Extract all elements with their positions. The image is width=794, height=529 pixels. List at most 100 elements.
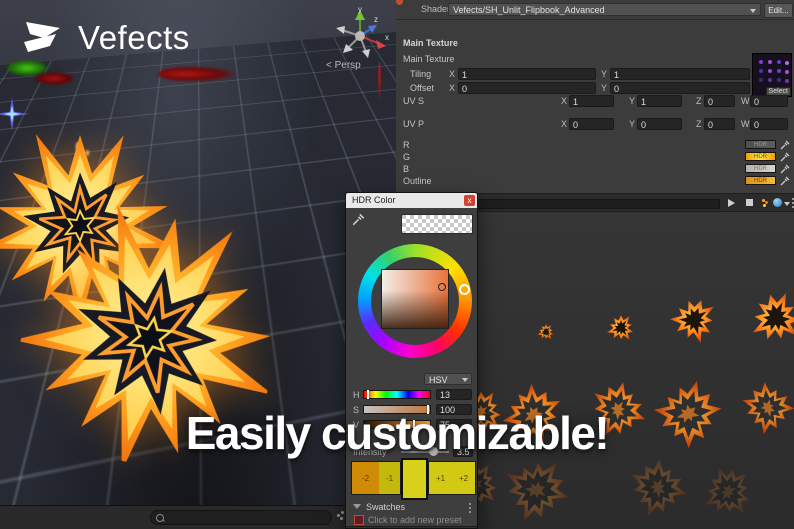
exposure-swatch-+2[interactable]: +2 bbox=[452, 462, 475, 494]
channel-b-label: B bbox=[403, 164, 409, 174]
uv-p-x-label: X bbox=[561, 119, 567, 129]
texture-thumbnail[interactable]: Select bbox=[752, 53, 792, 97]
section-header: Main Texture bbox=[403, 38, 458, 48]
uv-p-z-label: Z bbox=[696, 119, 702, 129]
offset-y-field[interactable]: 0 bbox=[610, 82, 750, 94]
current-color-preview bbox=[401, 214, 473, 234]
foldout-triangle-icon[interactable] bbox=[353, 504, 361, 509]
shader-dropdown[interactable]: Vefects/SH_Unlit_Flipbook_Advanced bbox=[448, 3, 761, 16]
logo-text: Vefects bbox=[78, 19, 190, 57]
exposure-swatch--1[interactable]: -1 bbox=[379, 462, 400, 494]
uv-p-w-label: W bbox=[741, 119, 750, 129]
swatch-label: +2 bbox=[459, 474, 468, 483]
axis-label-y: y bbox=[358, 5, 362, 14]
search-icon bbox=[156, 514, 164, 522]
hdr-color-swatch-r[interactable]: HDR bbox=[745, 140, 776, 149]
hue-slider[interactable] bbox=[363, 390, 431, 399]
particles-icon[interactable] bbox=[337, 514, 340, 517]
flipbook-texture-preview bbox=[759, 60, 763, 64]
uv-p-x-field[interactable]: 0 bbox=[569, 118, 614, 130]
swatches-header[interactable]: Swatches bbox=[346, 501, 478, 513]
shader-label: Shader bbox=[421, 4, 450, 14]
swatch-label: -2 bbox=[362, 474, 369, 483]
sv-indicator[interactable] bbox=[438, 283, 446, 291]
uv-s-y-field[interactable]: 1 bbox=[637, 95, 682, 107]
hdr-color-swatch-outline[interactable]: HDR bbox=[745, 176, 776, 185]
uv-p-w-field[interactable]: 0 bbox=[750, 118, 788, 130]
offset-x-field[interactable]: 0 bbox=[458, 82, 596, 94]
exposure-swatch-plus[interactable]: +1 +2 bbox=[428, 461, 476, 495]
uv-s-y-label: Y bbox=[629, 96, 635, 106]
swatch-label: +1 bbox=[436, 474, 445, 483]
hdr-color-swatch-g[interactable]: HDR bbox=[745, 152, 776, 161]
explosion-frame bbox=[538, 324, 555, 341]
channel-g-label: G bbox=[403, 152, 410, 162]
tiling-x-field[interactable]: 1 bbox=[458, 68, 596, 80]
uv-s-w-label: W bbox=[741, 96, 750, 106]
exposure-swatch-+1[interactable]: +1 bbox=[429, 462, 452, 494]
persp-mode-label[interactable]: < Persp bbox=[326, 60, 361, 71]
exposure-swatch-current[interactable] bbox=[401, 458, 428, 500]
color-mode-dropdown[interactable]: HSV bbox=[424, 373, 472, 385]
saturation-value-square[interactable] bbox=[381, 269, 449, 329]
uv-s-x-field[interactable]: 1 bbox=[569, 95, 614, 107]
add-preset-icon[interactable] bbox=[354, 515, 364, 525]
axis-label-z: z bbox=[374, 15, 378, 24]
channel-r-label: R bbox=[403, 140, 410, 150]
tiling-y-field[interactable]: 1 bbox=[610, 68, 750, 80]
blue-spark-effect bbox=[0, 96, 30, 132]
color-mode-value: HSV bbox=[429, 375, 448, 385]
close-icon[interactable]: x bbox=[464, 195, 475, 206]
hdr-window-titlebar[interactable]: HDR Color x bbox=[346, 193, 477, 208]
uv-p-z-field[interactable]: 0 bbox=[704, 118, 735, 130]
chevron-down-icon bbox=[462, 378, 468, 382]
h-value-field[interactable]: 13 bbox=[436, 389, 472, 400]
chevron-down-icon[interactable] bbox=[784, 202, 790, 206]
chevron-down-icon bbox=[750, 9, 756, 13]
hdr-color-swatch-b[interactable]: HDR bbox=[745, 164, 776, 173]
explosion-frame bbox=[734, 374, 794, 442]
outline-label: Outline bbox=[403, 176, 432, 186]
add-preset-label: Click to add new preset bbox=[368, 515, 462, 525]
hue-indicator[interactable] bbox=[459, 284, 470, 295]
vefects-logo-icon bbox=[20, 18, 66, 58]
app-window: Vefects y x z < Persp Shader Vefects bbox=[0, 0, 794, 529]
red-splat-effect bbox=[158, 66, 236, 82]
particles-icon[interactable] bbox=[762, 199, 765, 202]
tiling-label: Tiling bbox=[410, 69, 431, 79]
hue-slider-row: H 13 bbox=[346, 389, 478, 401]
exposure-swatch-minus[interactable]: -2 -1 bbox=[351, 461, 401, 495]
tiling-x-label: X bbox=[449, 69, 455, 79]
exposure-swatch--2[interactable]: -2 bbox=[352, 462, 379, 494]
search-field[interactable] bbox=[150, 510, 332, 525]
eyedropper-icon[interactable] bbox=[780, 164, 790, 174]
offset-y-label: Y bbox=[601, 83, 607, 93]
play-icon[interactable] bbox=[728, 199, 735, 207]
swatch-label: -1 bbox=[386, 474, 393, 483]
uv-s-w-field[interactable]: 0 bbox=[750, 95, 788, 107]
eyedropper-icon[interactable] bbox=[352, 213, 365, 226]
add-preset-row[interactable]: Click to add new preset bbox=[346, 514, 478, 525]
offset-label: Offset bbox=[410, 83, 434, 93]
stop-icon[interactable] bbox=[746, 199, 753, 206]
explosion-frame bbox=[700, 464, 757, 521]
eyedropper-icon[interactable] bbox=[780, 152, 790, 162]
uv-s-label: UV S bbox=[403, 96, 424, 106]
kebab-menu-icon[interactable] bbox=[469, 503, 471, 505]
explosion-frame bbox=[498, 452, 575, 529]
h-label: H bbox=[353, 390, 360, 400]
shader-value: Vefects/SH_Unlit_Flipbook_Advanced bbox=[453, 5, 605, 15]
eyedropper-icon[interactable] bbox=[780, 140, 790, 150]
camera-sphere-icon[interactable] bbox=[773, 198, 782, 207]
uv-s-z-field[interactable]: 0 bbox=[704, 95, 735, 107]
shader-edit-button[interactable]: Edit... bbox=[764, 3, 793, 18]
explosion-frame bbox=[665, 291, 724, 350]
explosion-frame bbox=[644, 370, 732, 458]
explosion-frame bbox=[744, 286, 794, 349]
explosion-frame bbox=[607, 314, 635, 342]
eyedropper-icon[interactable] bbox=[780, 176, 790, 186]
slider-handle[interactable] bbox=[367, 390, 369, 399]
search-input[interactable] bbox=[169, 511, 328, 526]
uv-p-y-field[interactable]: 0 bbox=[637, 118, 682, 130]
hdr-color-window[interactable]: HDR Color x HSV H 13 S 100 V 75 I bbox=[345, 192, 478, 529]
